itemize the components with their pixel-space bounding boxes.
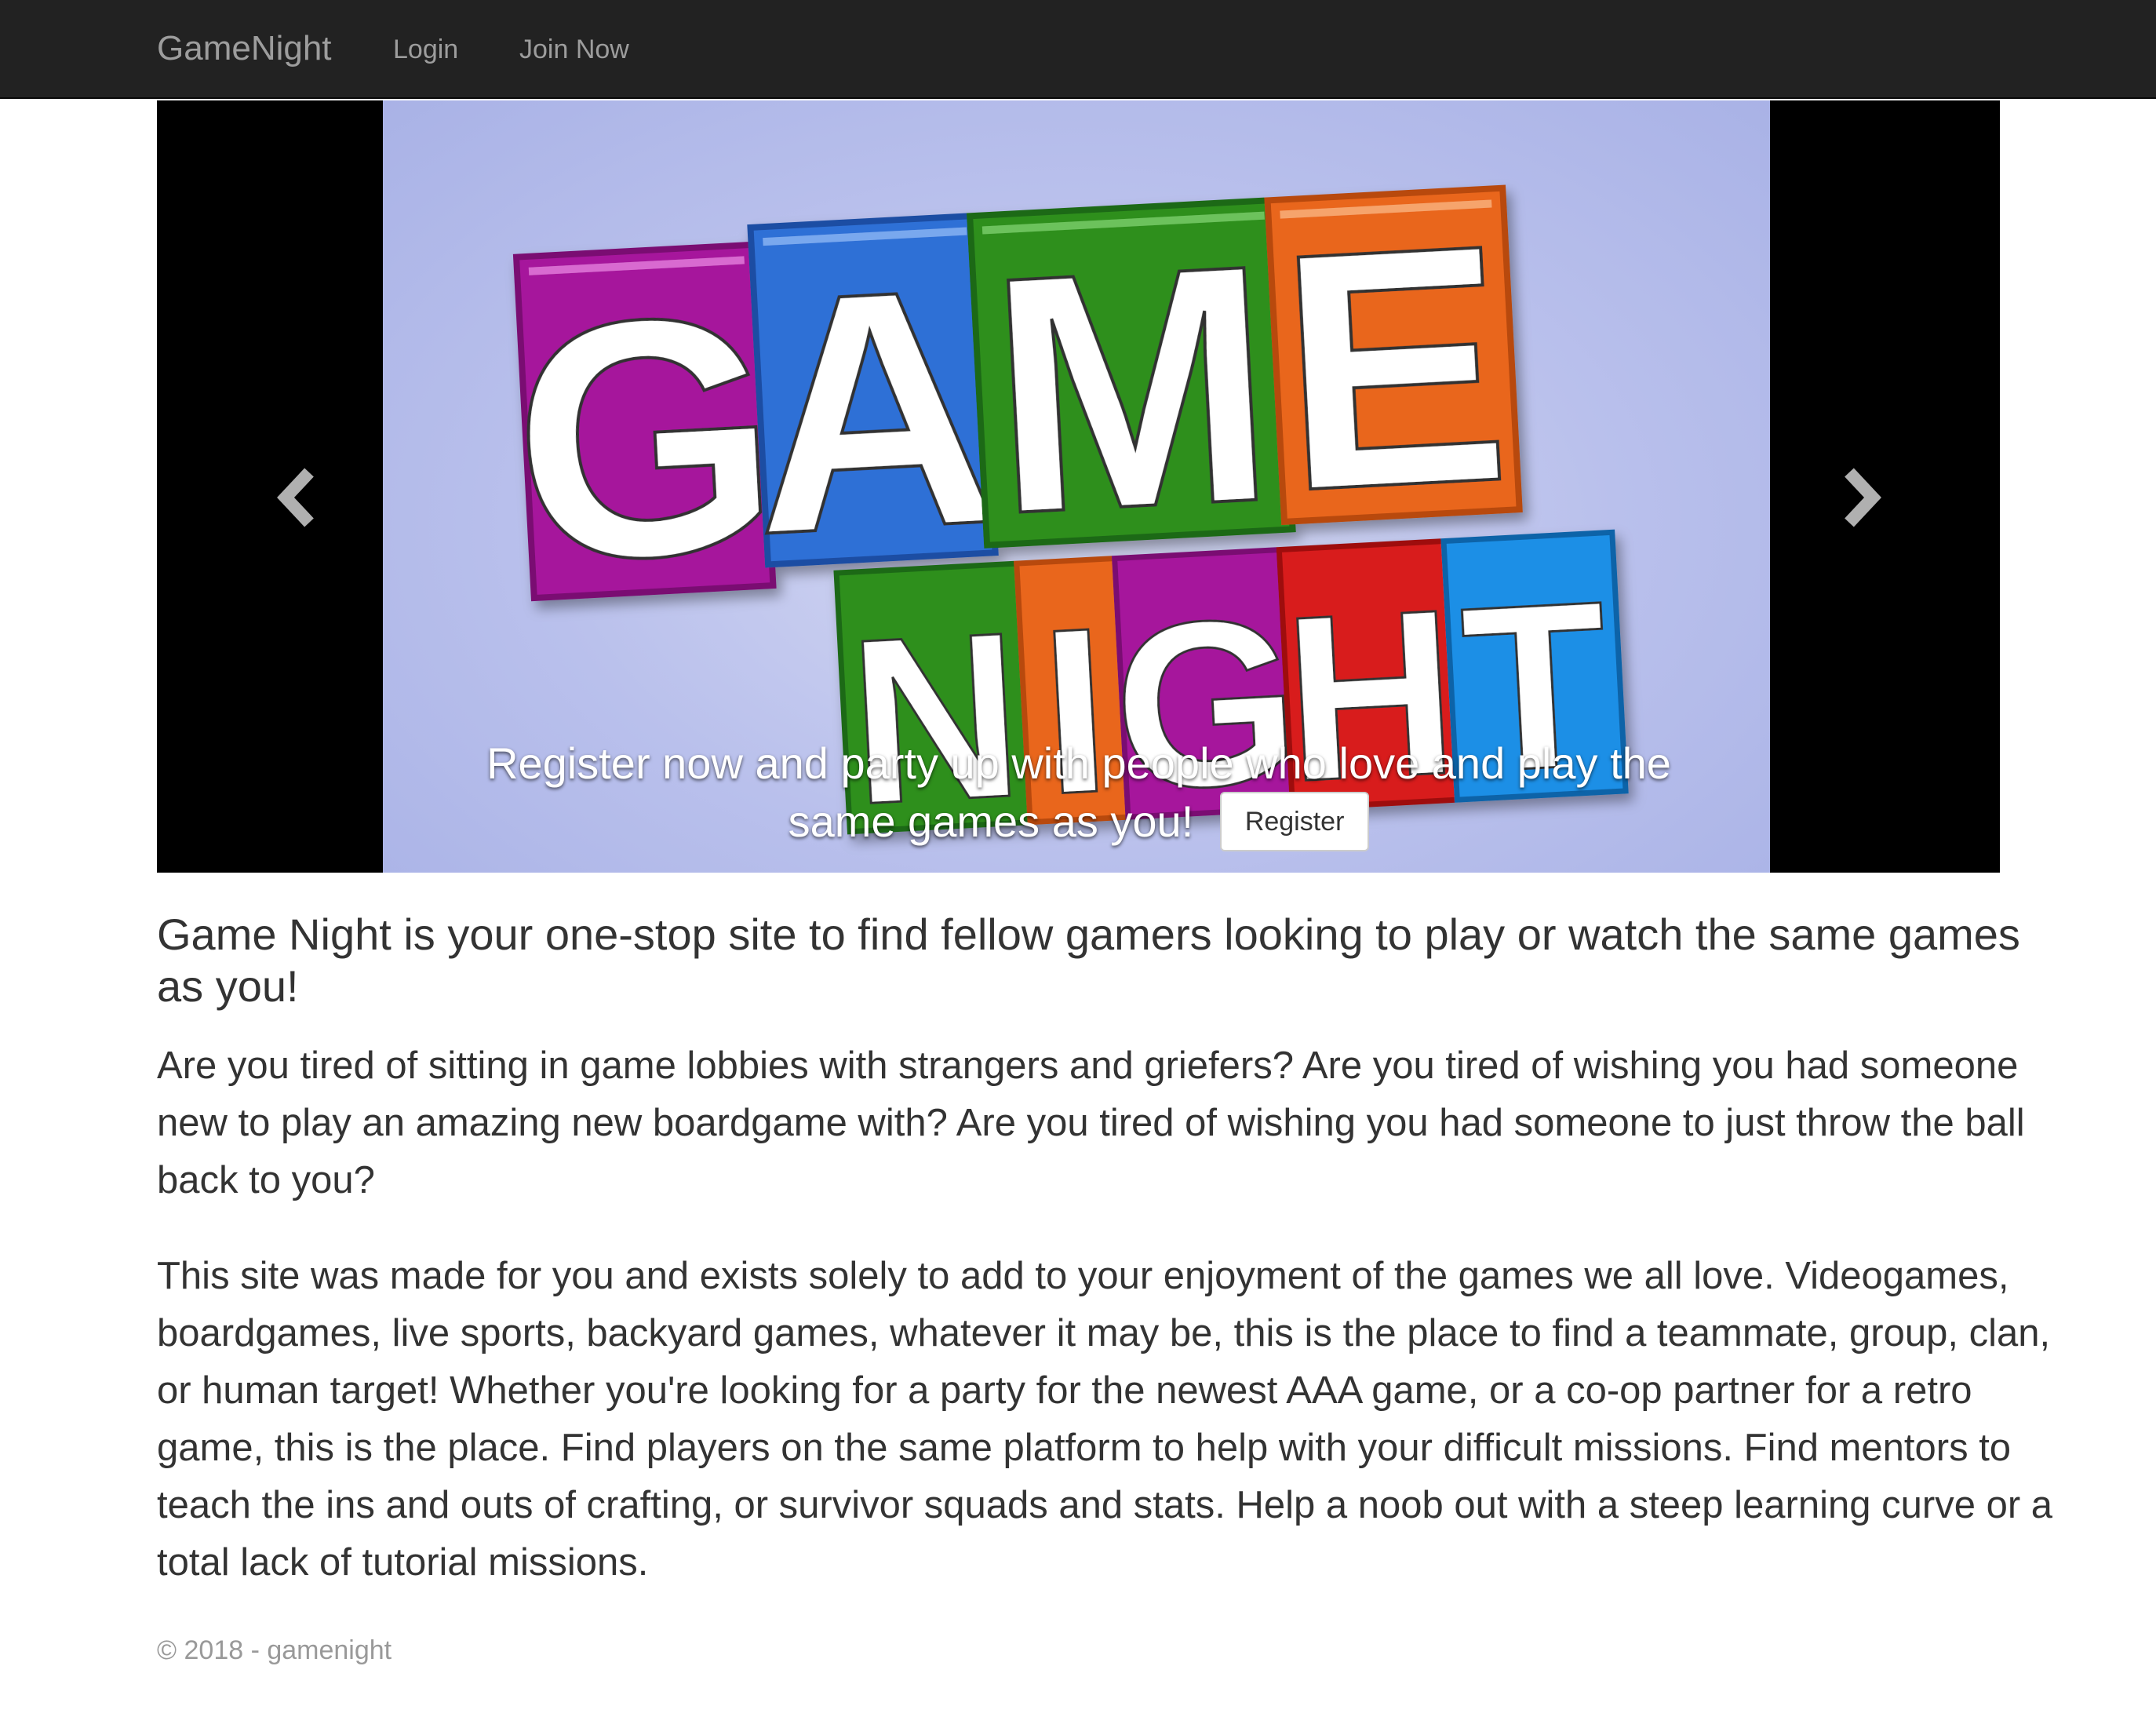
carousel-prev-control[interactable] xyxy=(157,100,383,873)
footer-copyright: © 2018 - gamenight xyxy=(157,1635,392,1665)
login-link[interactable]: Login xyxy=(393,30,458,69)
register-button[interactable]: Register xyxy=(1219,792,1370,852)
carousel-caption-text: Register now and party up with people wh… xyxy=(486,738,1671,846)
logo-block-g: G xyxy=(504,241,788,636)
intro-paragraph-2: This site was made for you and exists so… xyxy=(157,1255,2053,1584)
chevron-left-icon xyxy=(277,468,314,527)
hero-carousel: G A M E N I G H T Register now and party… xyxy=(157,100,2000,873)
logo-block-m: M xyxy=(966,193,1296,587)
logo-letter-m: M xyxy=(982,195,1283,585)
logo-block-e: E xyxy=(1264,173,1523,563)
intro-heading: Game Night is your one-stop site to find… xyxy=(157,910,2020,1011)
join-now-link[interactable]: Join Now xyxy=(519,30,629,69)
carousel-caption: Register now and party up with people wh… xyxy=(486,735,1671,852)
logo-block-a: A xyxy=(741,212,1007,607)
carousel-next-control[interactable] xyxy=(1774,100,2000,873)
chevron-right-icon xyxy=(1845,468,1881,527)
logo-letter-g: G xyxy=(505,244,787,634)
brand-link[interactable]: GameNight xyxy=(157,25,332,72)
logo-letter-e: E xyxy=(1272,174,1517,562)
logo-letter-a: A xyxy=(742,217,1005,606)
intro-paragraph-1: Are you tired of sitting in game lobbies… xyxy=(157,1044,2025,1201)
top-navbar: GameNight Login Join Now xyxy=(0,0,2156,99)
